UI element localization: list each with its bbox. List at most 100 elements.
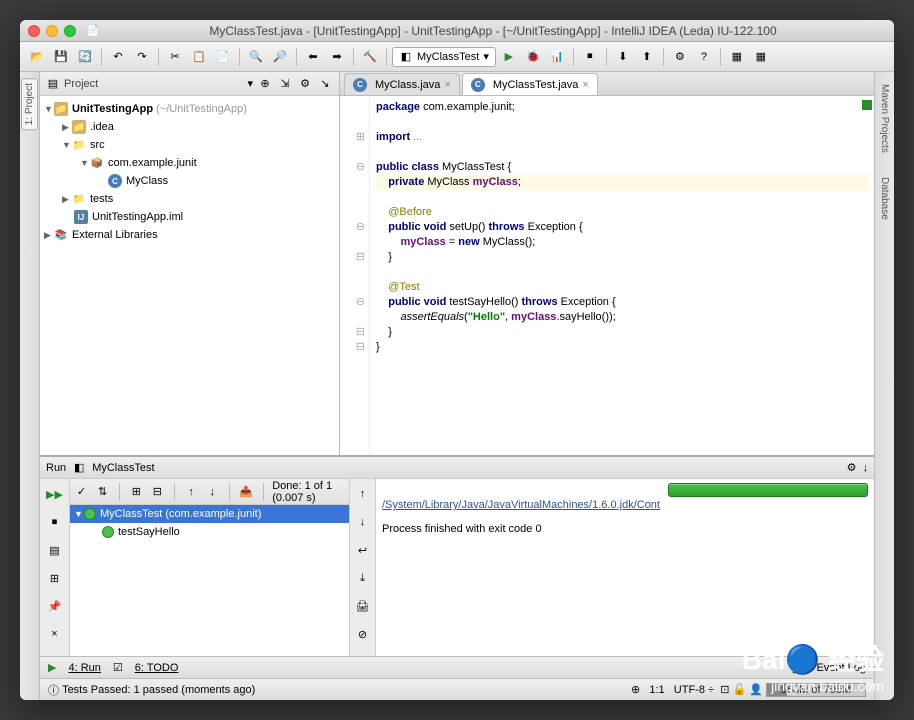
database-tool-tab[interactable]: Database <box>877 173 892 224</box>
junit-icon: ◧ <box>72 461 86 475</box>
replace-icon[interactable]: 🔎 <box>269 46 291 68</box>
scroll-from-source-icon[interactable]: ⊕ <box>257 76 273 92</box>
project-tree[interactable]: ▼📁 UnitTestingApp (~/UnitTestingApp) ▶📁 … <box>40 96 339 455</box>
tab-myclass[interactable]: C MyClass.java × <box>344 73 460 95</box>
vcs-commit-icon[interactable]: ⬆ <box>636 46 658 68</box>
close-window[interactable] <box>28 25 40 37</box>
project-panel: ▤ Project ▾ ⊕ ⇲ ⚙ ↘ ▼📁 UnitTestingApp (~… <box>40 72 340 455</box>
project-panel-header: ▤ Project ▾ ⊕ ⇲ ⚙ ↘ <box>40 72 339 96</box>
cursor-pos[interactable]: 1:1 <box>649 684 664 696</box>
class-icon: C <box>471 78 485 92</box>
tree-root[interactable]: ▼📁 UnitTestingApp (~/UnitTestingApp) <box>40 100 339 118</box>
encoding[interactable]: UTF-8 <box>674 684 705 696</box>
maximize-window[interactable] <box>64 25 76 37</box>
test-method-row[interactable]: testSayHello <box>70 523 349 541</box>
help-icon[interactable]: ? <box>693 46 715 68</box>
gear-icon[interactable]: ⚙ <box>297 76 313 92</box>
rerun-icon[interactable]: ▶▶ <box>44 483 66 505</box>
restore-layout-icon[interactable]: ⊞ <box>44 567 66 589</box>
forward-icon[interactable]: ➡ <box>326 46 348 68</box>
tree-external-libs[interactable]: ▶📚 External Libraries <box>40 226 339 244</box>
run-actions: ▶▶ ⏹ ▤ ⊞ 📌 × <box>40 479 70 656</box>
console-output[interactable]: /System/Library/Java/JavaVirtualMachines… <box>376 479 874 656</box>
down-trace-icon[interactable]: ↓ <box>352 511 374 533</box>
copy-icon[interactable]: 📋 <box>188 46 210 68</box>
stop-icon[interactable]: ⏹ <box>579 46 601 68</box>
dump-icon[interactable]: ▤ <box>44 539 66 561</box>
clear-icon[interactable]: ⊘ <box>352 623 374 645</box>
project-tool-tab[interactable]: 1: Project <box>21 78 38 130</box>
wrap-icon[interactable]: ↩ <box>352 539 374 561</box>
test-tree-area: ✓ ⇅ ⊞ ⊟ ↑ ↓ 📤 Done: 1 of 1 (0.007 s) <box>70 479 350 656</box>
tree-idea[interactable]: ▶📁 .idea <box>40 118 339 136</box>
tab-myclasstest[interactable]: C MyClassTest.java × <box>462 73 598 95</box>
stop-icon[interactable]: ⏹ <box>44 511 66 533</box>
class-icon: C <box>353 78 367 92</box>
find-icon[interactable]: 🔍 <box>245 46 267 68</box>
bg-tasks-icon[interactable]: ⊕ <box>631 683 640 696</box>
back-icon[interactable]: ⬅ <box>302 46 324 68</box>
gear-icon[interactable]: ⚙ <box>847 461 857 474</box>
open-icon[interactable]: 📂 <box>26 46 48 68</box>
test-toolbar: ✓ ⇅ ⊞ ⊟ ↑ ↓ 📤 Done: 1 of 1 (0.007 s) <box>70 479 349 505</box>
run-output-area: ↑ ↓ ↩ ⤓ 🖨 ⊘ /System/Library/Java/JavaVir… <box>350 479 874 656</box>
run-config-combo[interactable]: ◧ MyClassTest ▾ <box>392 47 496 67</box>
hide-icon[interactable]: ↘ <box>317 76 333 92</box>
inspection-marker[interactable] <box>862 100 872 110</box>
maven-tool-tab[interactable]: Maven Projects <box>877 80 892 157</box>
project-structure-icon[interactable]: ▦ <box>726 46 748 68</box>
bottom-run-tab[interactable]: 4: Run <box>68 662 100 674</box>
test-class-row[interactable]: ▼ MyClassTest (com.example.junit) <box>70 505 349 523</box>
code-content[interactable]: package com.example.junit; import ... pu… <box>370 96 874 455</box>
editor-tabs: C MyClass.java × C MyClassTest.java × <box>340 72 874 96</box>
tree-tests[interactable]: ▶📁 tests <box>40 190 339 208</box>
expand-icon[interactable]: ⊞ <box>129 481 144 503</box>
sdk-icon[interactable]: ▦ <box>750 46 772 68</box>
output-actions: ↑ ↓ ↩ ⤓ 🖨 ⊘ <box>350 479 376 656</box>
up-trace-icon[interactable]: ↑ <box>352 483 374 505</box>
settings-icon[interactable]: ⚙ <box>669 46 691 68</box>
minimize-window[interactable] <box>46 25 58 37</box>
run-icon[interactable]: ▶ <box>498 46 520 68</box>
sort-icon[interactable]: ⇅ <box>95 481 110 503</box>
tree-package[interactable]: ▼📦 com.example.junit <box>40 154 339 172</box>
test-tree[interactable]: ▼ MyClassTest (com.example.junit) testSa… <box>70 505 349 656</box>
root-path: (~/UnitTestingApp) <box>156 103 247 115</box>
tree-class[interactable]: C MyClass <box>40 172 339 190</box>
prev-icon[interactable]: ↑ <box>184 481 199 503</box>
collapse-icon[interactable]: ⊟ <box>150 481 165 503</box>
close-run-icon[interactable]: × <box>44 623 66 645</box>
build-icon[interactable]: 🔨 <box>359 46 381 68</box>
print-icon[interactable]: 🖨 <box>352 595 374 617</box>
done-status: Done: 1 of 1 (0.007 s) <box>272 480 345 504</box>
save-all-icon[interactable]: 💾 <box>50 46 72 68</box>
editor-gutter: ⊞ ⊖ ⊖ ⊟ ⊖ ⊟⊟ <box>340 96 370 455</box>
cut-icon[interactable]: ✂ <box>164 46 186 68</box>
collapse-all-icon[interactable]: ⇲ <box>277 76 293 92</box>
close-tab-icon[interactable]: × <box>582 79 588 91</box>
debug-icon[interactable]: 🐞 <box>522 46 544 68</box>
redo-icon[interactable]: ↷ <box>131 46 153 68</box>
combo-arrow-icon[interactable]: ▾ <box>247 77 253 90</box>
close-tab-icon[interactable]: × <box>444 79 450 91</box>
pass-icon <box>84 508 96 520</box>
export-icon[interactable]: 📤 <box>238 481 253 503</box>
bottom-todo-tab[interactable]: 6: TODO <box>135 662 179 674</box>
coverage-icon[interactable]: 📊 <box>546 46 568 68</box>
main-toolbar: 📂 💾 🔄 ↶ ↷ ✂ 📋 📄 🔍 🔎 ⬅ ➡ 🔨 ◧ MyClassTest … <box>20 42 894 72</box>
pin-icon[interactable]: 📌 <box>44 595 66 617</box>
vcs-update-icon[interactable]: ⬇ <box>612 46 634 68</box>
code-editor[interactable]: ⊞ ⊖ ⊖ ⊟ ⊖ ⊟⊟ package com.example.junit; … <box>340 96 874 455</box>
tree-src[interactable]: ▼📁 src <box>40 136 339 154</box>
sync-icon[interactable]: 🔄 <box>74 46 96 68</box>
scroll-end-icon[interactable]: ⤓ <box>352 567 374 589</box>
tree-iml[interactable]: IJ UnitTestingApp.iml <box>40 208 339 226</box>
undo-icon[interactable]: ↶ <box>107 46 129 68</box>
paste-icon[interactable]: 📄 <box>212 46 234 68</box>
next-icon[interactable]: ↓ <box>205 481 220 503</box>
hide-passed-icon[interactable]: ✓ <box>74 481 89 503</box>
insert-icon[interactable]: ⊡ <box>720 683 729 696</box>
hide-run-icon[interactable]: ↓ <box>863 462 869 474</box>
traffic-lights <box>28 25 76 37</box>
run-label: Run <box>46 462 66 474</box>
